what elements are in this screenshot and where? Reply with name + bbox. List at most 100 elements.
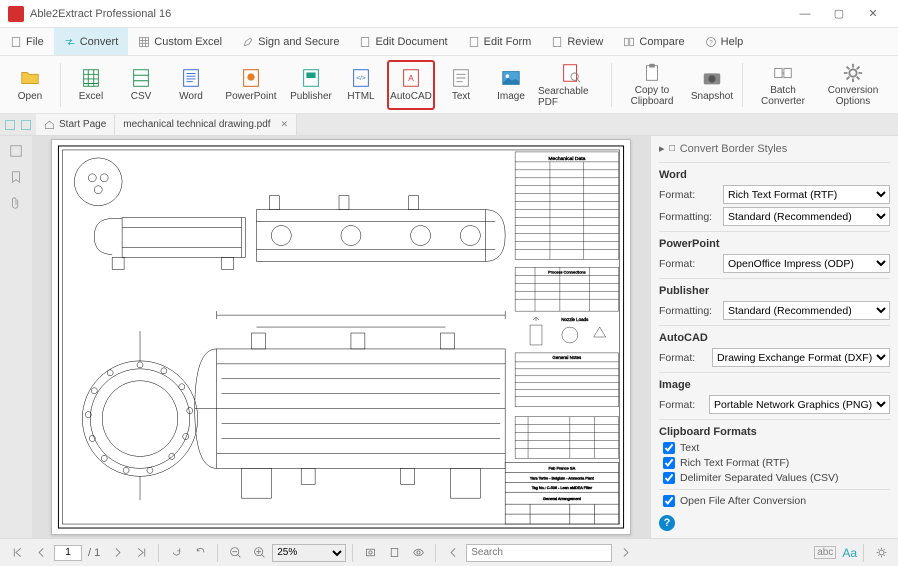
form-icon xyxy=(468,36,480,48)
svg-text:</>: </> xyxy=(356,75,366,82)
close-tab-icon[interactable]: ✕ xyxy=(281,119,289,130)
ppt-format-select[interactable]: OpenOffice Impress (ODP) xyxy=(723,254,890,273)
batch-icon xyxy=(772,62,794,84)
fit-width-button[interactable] xyxy=(359,543,381,563)
chevron-right-icon: ▸ xyxy=(659,142,665,155)
tab-document[interactable]: mechanical technical drawing.pdf✕ xyxy=(115,114,297,135)
attachments-icon[interactable] xyxy=(9,196,23,210)
menu-file[interactable]: File xyxy=(0,28,54,55)
menu-edit-document[interactable]: Edit Document xyxy=(349,28,457,55)
search-input[interactable] xyxy=(466,544,612,562)
thumbnails-icon[interactable] xyxy=(9,144,23,158)
pub-formatting-select[interactable]: Standard (Recommended) xyxy=(723,301,890,320)
technical-drawing: Mechanical Data Process Connections xyxy=(52,140,630,534)
svg-text:General Arrangement: General Arrangement xyxy=(543,496,582,501)
maximize-button[interactable]: ▢ xyxy=(822,3,856,25)
clip-text-check[interactable] xyxy=(663,442,675,454)
clipboard-icon xyxy=(641,62,663,84)
gear-icon xyxy=(842,62,864,84)
powerpoint-button[interactable]: PowerPoint xyxy=(217,60,285,110)
autocad-icon: A xyxy=(400,67,422,89)
help-bubble-icon[interactable]: ? xyxy=(659,515,675,531)
html-icon: </> xyxy=(350,67,372,89)
edit-doc-icon xyxy=(359,36,371,48)
view-mode-icons[interactable] xyxy=(0,114,36,135)
csv-button[interactable]: CSV xyxy=(117,60,165,110)
next-page-button[interactable] xyxy=(106,543,128,563)
html-button[interactable]: </>HTML xyxy=(337,60,385,110)
app-title: Able2Extract Professional 16 xyxy=(30,8,788,20)
first-page-button[interactable] xyxy=(6,543,28,563)
batch-converter-button[interactable]: Batch Converter xyxy=(749,60,817,110)
clip-group-title: Clipboard Formats xyxy=(659,426,890,438)
img-format-select[interactable]: Portable Network Graphics (PNG) xyxy=(709,395,890,414)
publisher-icon xyxy=(300,67,322,89)
prev-page-button[interactable] xyxy=(30,543,52,563)
clip-rtf-check[interactable] xyxy=(663,457,675,469)
excel-icon xyxy=(80,67,102,89)
abc-toggle[interactable]: abc xyxy=(814,546,836,559)
statusbar: / 1 25% abc Aa xyxy=(0,538,898,566)
word-format-select[interactable]: Rich Text Format (RTF) xyxy=(723,185,890,204)
ribbon: Open Excel CSV Word PowerPoint Publisher… xyxy=(0,56,898,114)
menu-convert[interactable]: Convert xyxy=(54,28,129,55)
menu-sign-secure[interactable]: Sign and Secure xyxy=(232,28,349,55)
match-case-toggle[interactable]: Aa xyxy=(842,546,857,560)
menu-edit-form[interactable]: Edit Form xyxy=(458,28,542,55)
svg-text:Yara Tertre - Belgium - Ammoni: Yara Tertre - Belgium - Ammonia Plant xyxy=(530,476,595,480)
img-group-title: Image xyxy=(659,379,890,391)
csv-icon xyxy=(130,67,152,89)
text-icon xyxy=(450,67,472,89)
open-after-check[interactable] xyxy=(663,495,675,507)
publisher-button[interactable]: Publisher xyxy=(287,60,335,110)
left-rail xyxy=(0,136,32,538)
word-icon xyxy=(180,67,202,89)
home-icon xyxy=(44,119,55,130)
menu-help[interactable]: ?Help xyxy=(695,28,754,55)
excel-button[interactable]: Excel xyxy=(67,60,115,110)
camera-icon xyxy=(701,67,723,89)
menu-compare[interactable]: Compare xyxy=(613,28,694,55)
side-panel: ▸☐Convert Border Styles Word Format:Rich… xyxy=(650,136,898,538)
search-prev-button[interactable] xyxy=(442,543,464,563)
bookmarks-icon[interactable] xyxy=(9,170,23,184)
canvas[interactable]: Mechanical Data Process Connections xyxy=(32,136,650,538)
brightness-button[interactable] xyxy=(870,543,892,563)
image-button[interactable]: Image xyxy=(487,60,535,110)
snapshot-button[interactable]: Snapshot xyxy=(688,60,736,110)
svg-text:Process Connections: Process Connections xyxy=(548,269,586,274)
collapsed-group[interactable]: ▸☐Convert Border Styles xyxy=(659,140,890,157)
pub-group-title: Publisher xyxy=(659,285,890,297)
page-total: / 1 xyxy=(88,547,100,559)
close-button[interactable]: ✕ xyxy=(856,3,890,25)
conversion-options-button[interactable]: Conversion Options xyxy=(819,60,887,110)
open-button[interactable]: Open xyxy=(6,60,54,110)
page-number-input[interactable] xyxy=(54,545,82,561)
convert-icon xyxy=(64,36,76,48)
svg-text:Nozzle Loads: Nozzle Loads xyxy=(561,317,589,322)
zoom-in-button[interactable] xyxy=(248,543,270,563)
rotate-ccw-button[interactable] xyxy=(165,543,187,563)
menu-review[interactable]: Review xyxy=(541,28,613,55)
eye-button[interactable] xyxy=(407,543,429,563)
menu-custom-excel[interactable]: Custom Excel xyxy=(128,28,232,55)
copy-clipboard-button[interactable]: Copy to Clipboard xyxy=(618,60,686,110)
text-button[interactable]: Text xyxy=(437,60,485,110)
zoom-out-button[interactable] xyxy=(224,543,246,563)
searchable-pdf-button[interactable]: Searchable PDF xyxy=(537,60,605,110)
autocad-button[interactable]: AAutoCAD xyxy=(387,60,435,110)
app-icon xyxy=(8,6,24,22)
tab-start-page[interactable]: Start Page xyxy=(36,114,115,135)
fit-page-button[interactable] xyxy=(383,543,405,563)
last-page-button[interactable] xyxy=(130,543,152,563)
tabbar: Start Page mechanical technical drawing.… xyxy=(0,114,898,136)
acad-format-select[interactable]: Drawing Exchange Format (DXF) xyxy=(712,348,890,367)
word-button[interactable]: Word xyxy=(167,60,215,110)
clip-csv-check[interactable] xyxy=(663,472,675,484)
word-formatting-select[interactable]: Standard (Recommended) xyxy=(723,207,890,226)
minimize-button[interactable]: — xyxy=(788,3,822,25)
search-next-button[interactable] xyxy=(614,543,636,563)
zoom-select[interactable]: 25% xyxy=(272,544,346,562)
folder-icon xyxy=(19,67,41,89)
rotate-cw-button[interactable] xyxy=(189,543,211,563)
